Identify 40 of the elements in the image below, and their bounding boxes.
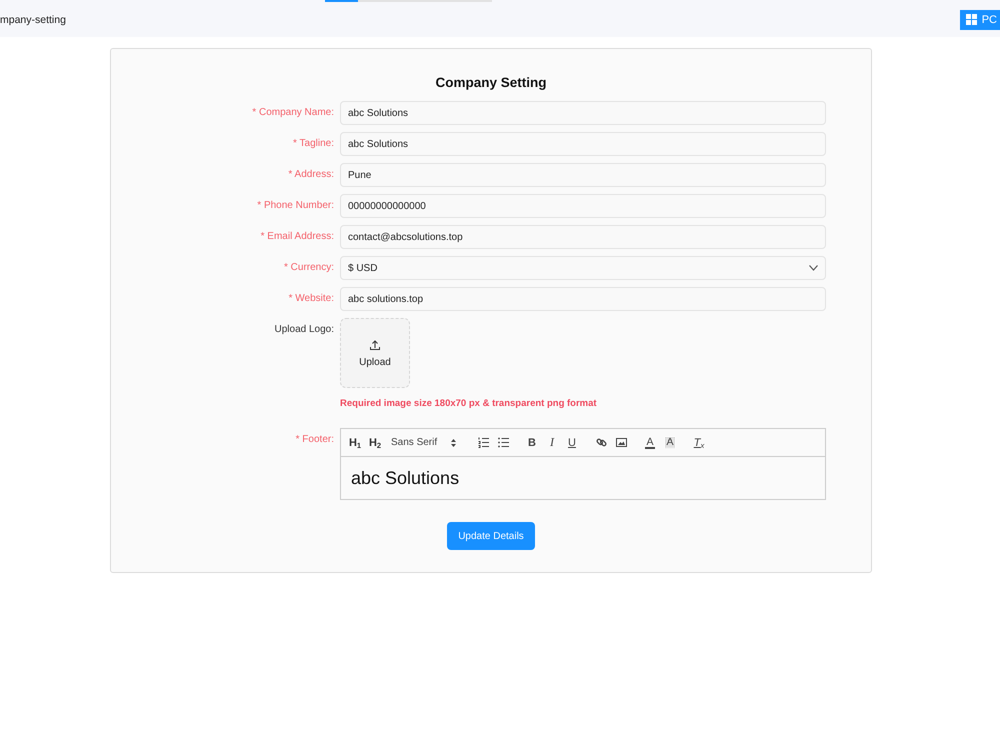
upload-icon [370, 340, 380, 350]
field-label: * Website: [288, 292, 334, 306]
field-label: * Address: [288, 168, 334, 182]
editor-text: abc Solutions [351, 468, 460, 488]
bullet-list-icon [498, 437, 508, 448]
ordered-list-icon [478, 437, 488, 448]
upload-hint: Required image size 180x70 px & transparent png format [340, 397, 597, 410]
grid-icon [966, 14, 977, 25]
upload-button[interactable]: Upload [340, 318, 410, 388]
input-field[interactable]: abc solutions.top [340, 287, 826, 311]
chevron-down-icon [809, 265, 818, 271]
input-field[interactable]: abc Solutions [340, 132, 826, 156]
link-icon [596, 437, 606, 448]
rich-text-editor[interactable]: H$_{1}$ H$_{2}$ Sans Serif B I U A A T$_{x}$ abc Solutions [340, 428, 826, 500]
field-label: * Footer: [296, 433, 334, 447]
font-picker[interactable]: Sans Serif [388, 432, 464, 454]
page-path: mpany-setting [0, 14, 66, 26]
input-field[interactable]: contact@abcsolutions.top [340, 225, 826, 249]
field-label: * Tagline: [293, 137, 334, 151]
field-label: * Currency: [284, 261, 334, 275]
image-icon [616, 437, 626, 448]
heading-button[interactable]: H$_{1}$ [345, 432, 365, 454]
clear-format-button[interactable]: T$_{x}$ [689, 432, 709, 454]
field-label: Upload Logo: [274, 323, 334, 337]
select-field[interactable]: $ USD [340, 256, 826, 280]
field-label: * Phone Number: [257, 199, 334, 213]
italic-button[interactable]: I [542, 432, 562, 454]
background-color-button[interactable]: A [660, 432, 680, 454]
underline-button[interactable]: U [562, 432, 582, 454]
field-label: * Company Name: [252, 106, 334, 120]
field-label: * Email Address: [260, 230, 334, 244]
bold-button[interactable]: B [522, 432, 542, 454]
form-title: Company Setting [435, 74, 546, 92]
sort-arrows-icon [451, 438, 456, 446]
input-field[interactable]: Pune [340, 163, 826, 187]
input-field[interactable]: 00000000000000 [340, 194, 826, 218]
input-field[interactable]: abc Solutions [340, 101, 826, 125]
scrollbar-thumb [325, 0, 358, 2]
heading-button[interactable]: H$_{2}$ [365, 432, 385, 454]
text-color-button[interactable]: A [640, 432, 660, 454]
